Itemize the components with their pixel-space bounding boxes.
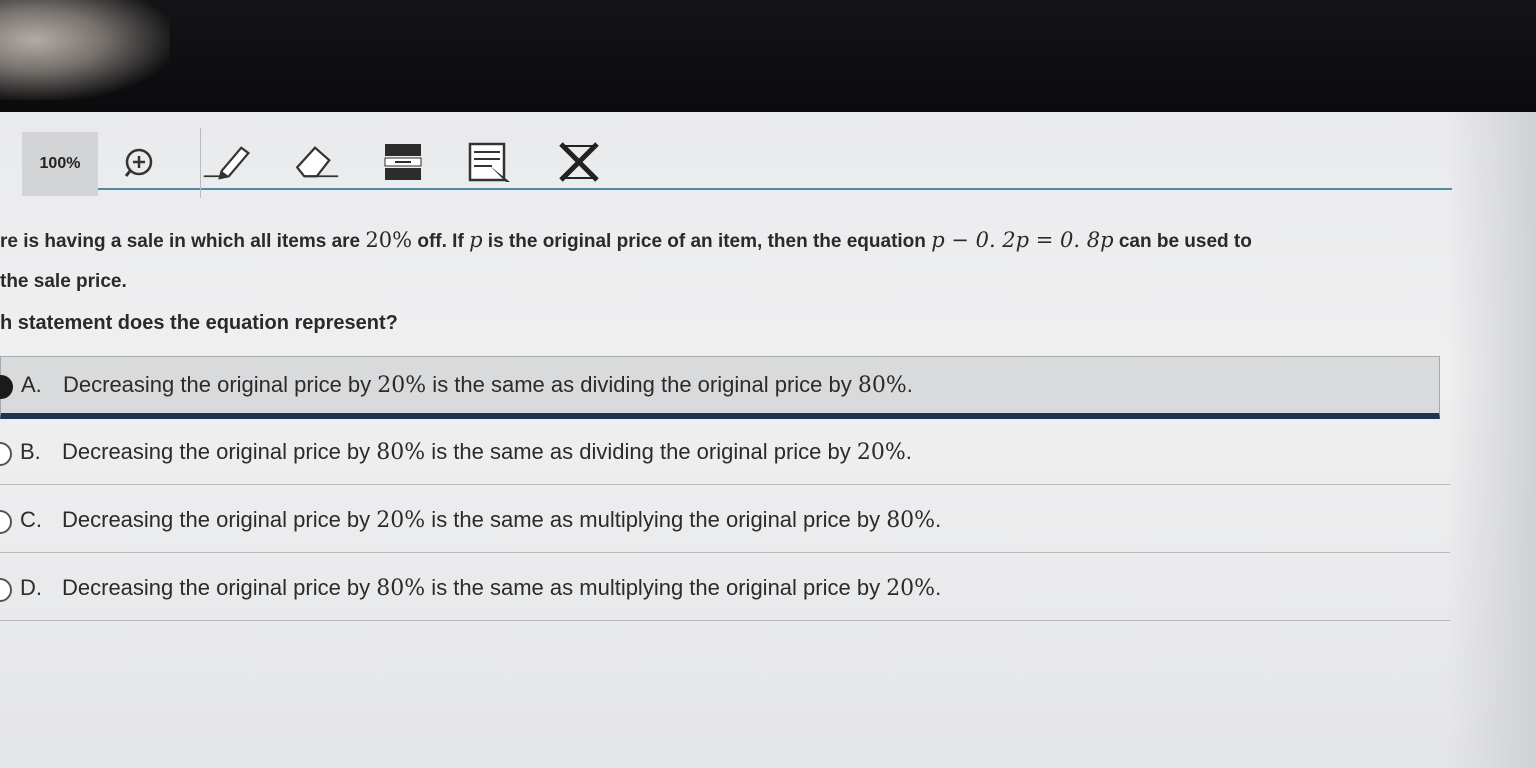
eraser-button[interactable]: [290, 140, 340, 184]
option-d[interactable]: D. Decreasing the original price by 80% …: [0, 560, 1450, 616]
variable-p: p: [469, 228, 483, 252]
radio-button-a[interactable]: [0, 375, 13, 399]
screen-edge-shade: [1446, 112, 1536, 768]
option-divider: [0, 620, 1450, 621]
light-glare: [0, 0, 170, 100]
option-divider: [0, 552, 1450, 553]
option-text: Decreasing the original price by 80% is …: [62, 575, 942, 601]
monitor-bezel: [0, 0, 1536, 112]
option-letter: D.: [20, 575, 42, 600]
eraser-icon: [295, 146, 339, 178]
question-text: off. If: [412, 231, 470, 252]
toolbar-separator: [200, 128, 201, 198]
zoom-in-icon: [124, 148, 153, 177]
line-reader-button[interactable]: [378, 140, 428, 184]
radio-button-d[interactable]: [0, 578, 12, 602]
zoom-level: 100%: [22, 132, 98, 196]
question-text: is the original price of an item, then t…: [482, 231, 932, 252]
pencil-highlighter-icon: [203, 146, 251, 180]
question-text: re is having a sale in which all items a…: [0, 231, 366, 252]
test-screen: 100% re is having a sale in which all it…: [0, 112, 1536, 768]
radio-button-b[interactable]: [0, 442, 12, 466]
answer-eliminator-icon: [559, 142, 599, 182]
option-letter: A.: [21, 372, 42, 397]
line-reader-icon: [384, 144, 422, 180]
option-divider: [0, 484, 1450, 485]
option-letter: B.: [20, 439, 41, 464]
answer-eliminator-button[interactable]: [554, 140, 604, 184]
highlighter-button[interactable]: [202, 140, 252, 184]
option-c[interactable]: C. Decreasing the original price by 20% …: [0, 492, 1450, 548]
notepad-button[interactable]: [466, 140, 516, 184]
option-letter: C.: [20, 507, 42, 532]
question-prompt: h statement does the equation represent?: [0, 312, 398, 334]
option-text: Decreasing the original price by 20% is …: [63, 372, 913, 398]
option-text: Decreasing the original price by 80% is …: [62, 439, 912, 465]
notepad-icon: [468, 142, 510, 182]
equation: p − 0. 2p = 0. 8p: [931, 228, 1114, 252]
percent-off: 20%: [365, 228, 413, 252]
question-text: can be used to: [1113, 231, 1252, 252]
option-b[interactable]: B. Decreasing the original price by 80% …: [0, 424, 1450, 480]
option-a[interactable]: A. Decreasing the original price by 20% …: [0, 356, 1440, 419]
question-line-2: the sale price.: [0, 271, 127, 292]
question-stem: re is having a sale in which all items a…: [0, 220, 1440, 302]
option-text: Decreasing the original price by 20% is …: [62, 507, 942, 533]
radio-button-c[interactable]: [0, 510, 12, 534]
tools-toolbar: 100%: [22, 124, 1452, 198]
zoom-in-button[interactable]: [114, 140, 164, 184]
question-line-1: re is having a sale in which all items a…: [0, 220, 1440, 262]
